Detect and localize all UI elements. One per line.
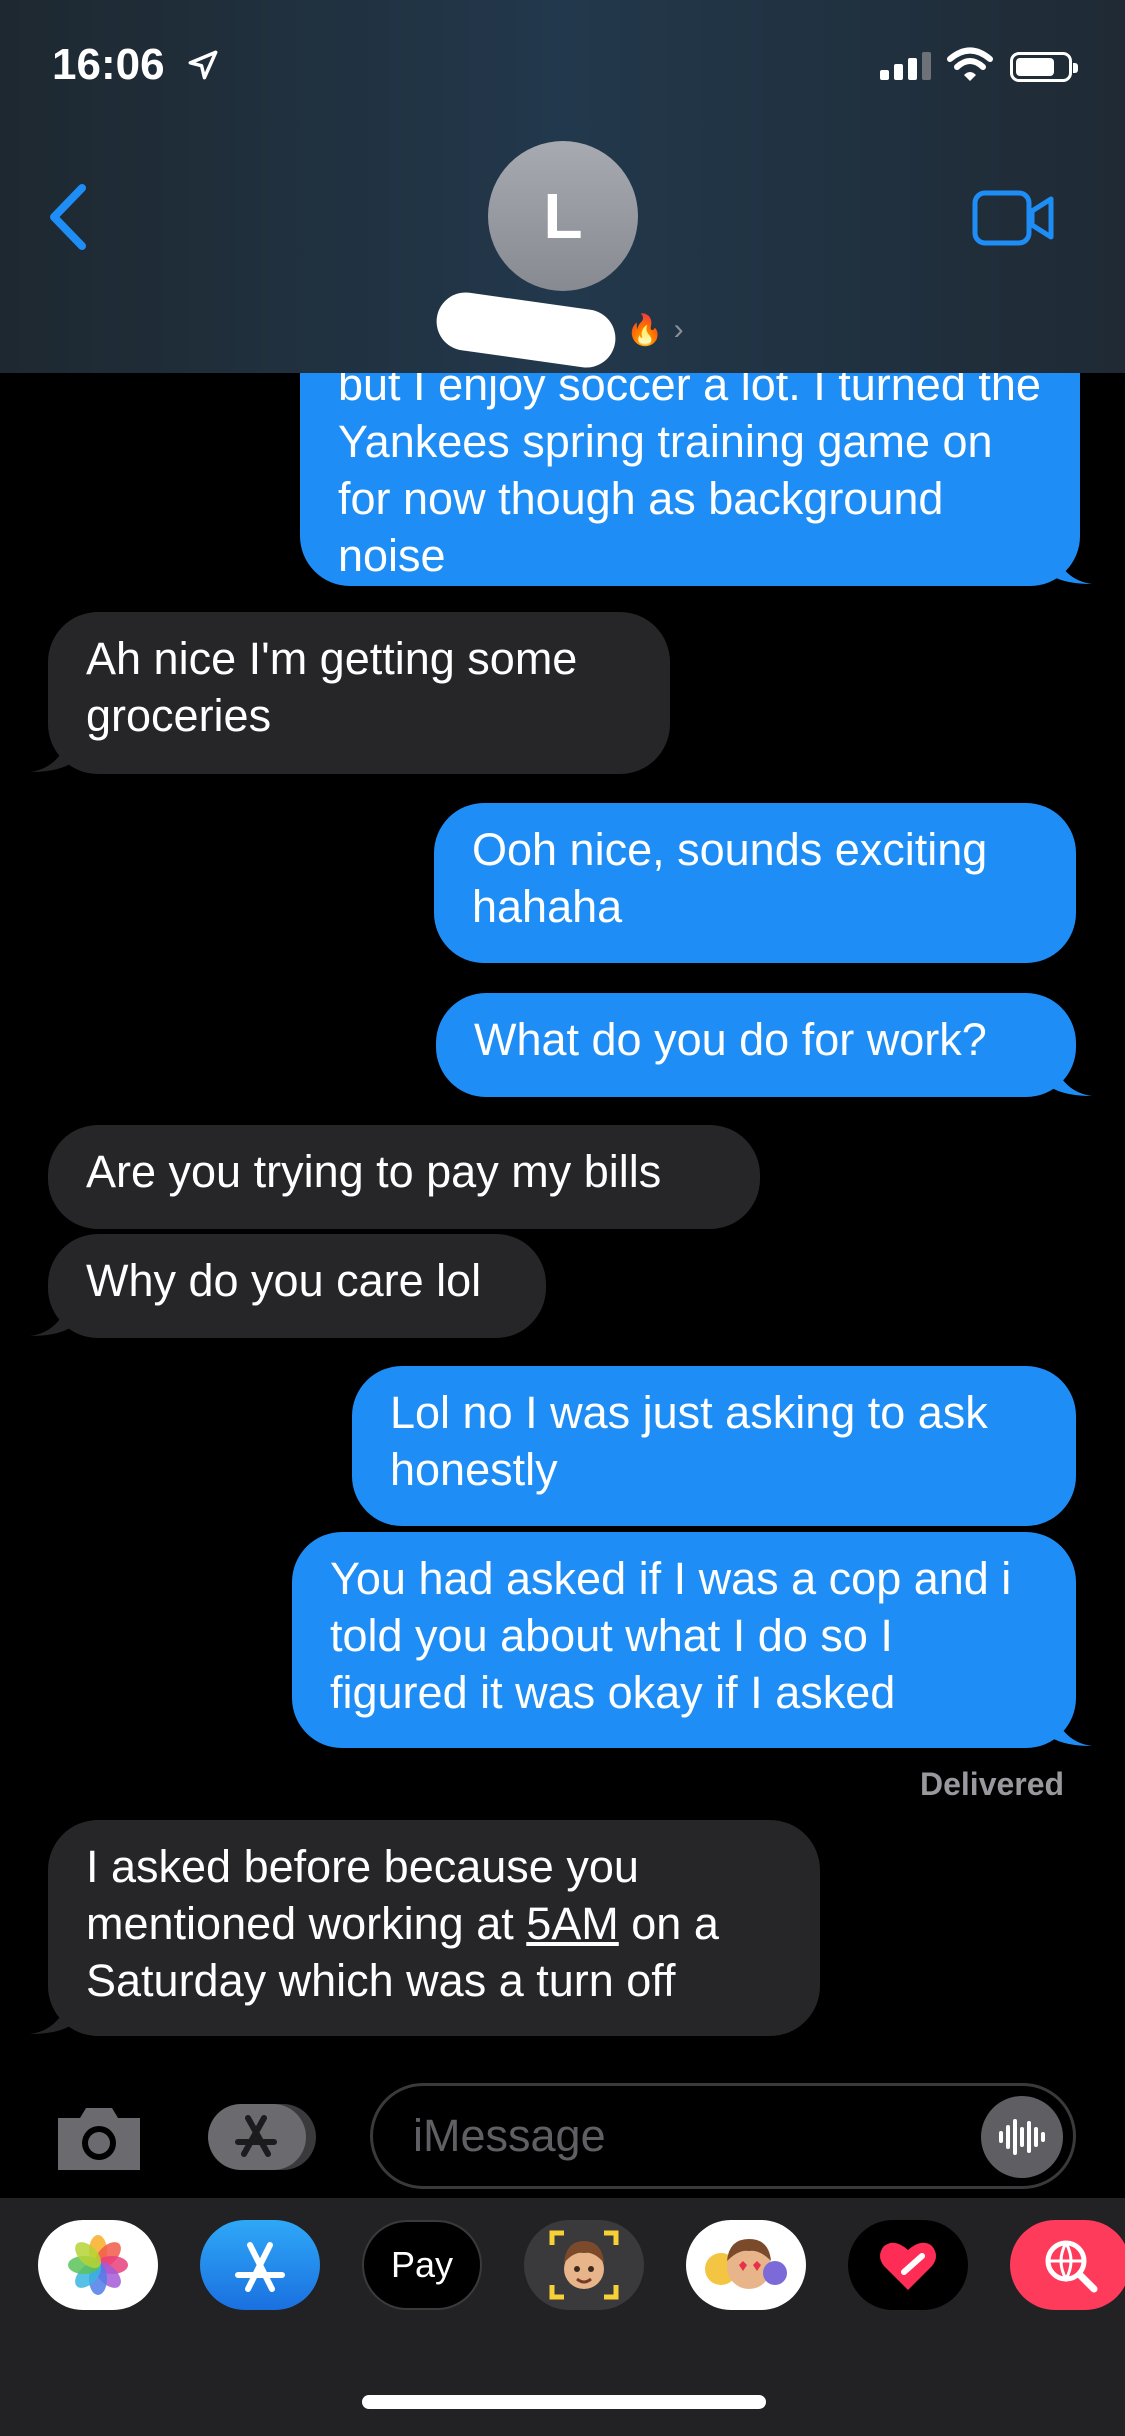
memoji-stickers-face-icon — [705, 2239, 787, 2289]
digital-touch-icon[interactable] — [848, 2220, 968, 2310]
memoji-stickers-icon[interactable] — [686, 2220, 806, 2310]
message-text: Lol no I was just asking to ask honestly — [390, 1387, 988, 1495]
heart-icon — [880, 2242, 936, 2290]
battery-icon — [1010, 52, 1078, 82]
bubble-tail — [30, 734, 70, 772]
bubble-tail — [30, 1996, 70, 2034]
conversation-header: 16:06 L 🔥 › — [0, 0, 1125, 373]
memoji-face-icon — [549, 2230, 619, 2300]
message-bubble-received[interactable]: I asked before because you mentioned wor… — [48, 1820, 820, 2036]
redaction-mark — [433, 288, 620, 372]
message-text: Why do you care lol — [86, 1255, 482, 1306]
time-link[interactable]: 5AM — [526, 1898, 619, 1949]
home-indicator[interactable] — [362, 2395, 766, 2409]
globe-search-icon — [1045, 2240, 1098, 2293]
message-bubble-sent[interactable]: Lol no I was just asking to ask honestly — [352, 1366, 1076, 1526]
message-text: Ah nice I'm getting some groceries — [86, 633, 578, 741]
delivered-status: Delivered — [920, 1766, 1065, 1802]
bubble-tail — [1052, 1058, 1092, 1096]
fire-emoji-icon: 🔥 — [626, 313, 664, 347]
video-call-icon[interactable] — [972, 190, 1054, 246]
web-search-icon[interactable] — [1010, 2220, 1125, 2310]
contact-avatar[interactable]: L — [488, 141, 638, 291]
message-bubble-received[interactable]: Why do you care lol — [48, 1234, 546, 1338]
back-chevron-icon[interactable] — [44, 182, 94, 252]
app-store-a-icon — [235, 2242, 285, 2292]
apple-pay-label: Pay — [390, 2244, 454, 2285]
message-text: but I enjoy soccer a lot. I turned the Y… — [338, 359, 1041, 581]
avatar-initial: L — [543, 180, 583, 252]
message-text: What do you do for work? — [474, 1014, 987, 1065]
photos-app-icon[interactable] — [38, 2220, 158, 2310]
waveform-icon — [999, 2119, 1045, 2155]
message-bubble-received[interactable]: Ah nice I'm getting some groceries — [48, 612, 670, 774]
contact-name[interactable]: 🔥 › — [400, 288, 720, 372]
camera-icon[interactable] — [52, 2100, 146, 2174]
message-text: You had asked if I was a cop and i told … — [330, 1553, 1012, 1718]
status-time: 16:06 — [52, 40, 165, 89]
message-bubble-sent[interactable]: You had asked if I was a cop and i told … — [292, 1532, 1076, 1748]
app-store-icon[interactable] — [200, 2220, 320, 2310]
apple-pay-icon[interactable]: Pay — [362, 2220, 482, 2310]
audio-message-button[interactable] — [981, 2096, 1063, 2178]
message-text: Are you trying to pay my bills — [86, 1146, 662, 1197]
bubble-tail — [1052, 1708, 1092, 1746]
message-bubble-sent[interactable]: What do you do for work? — [436, 993, 1076, 1097]
cellular-signal-icon — [880, 52, 931, 80]
bubble-tail — [1052, 546, 1092, 584]
memoji-icon[interactable] — [524, 2220, 644, 2310]
message-bubble-received[interactable]: Are you trying to pay my bills — [48, 1125, 760, 1229]
bubble-tail — [30, 1298, 70, 1336]
wifi-icon — [947, 47, 993, 81]
photos-flower-icon — [68, 2235, 128, 2295]
message-bubble-sent[interactable]: Ooh nice, sounds exciting hahaha — [434, 803, 1076, 963]
message-text: Ooh nice, sounds exciting hahaha — [472, 824, 988, 932]
location-arrow-icon — [188, 50, 218, 80]
imessage-input[interactable]: iMessage — [370, 2083, 1076, 2189]
chevron-right-icon: › — [673, 313, 684, 346]
input-placeholder: iMessage — [413, 2110, 606, 2161]
app-store-button-icon[interactable] — [206, 2102, 320, 2172]
